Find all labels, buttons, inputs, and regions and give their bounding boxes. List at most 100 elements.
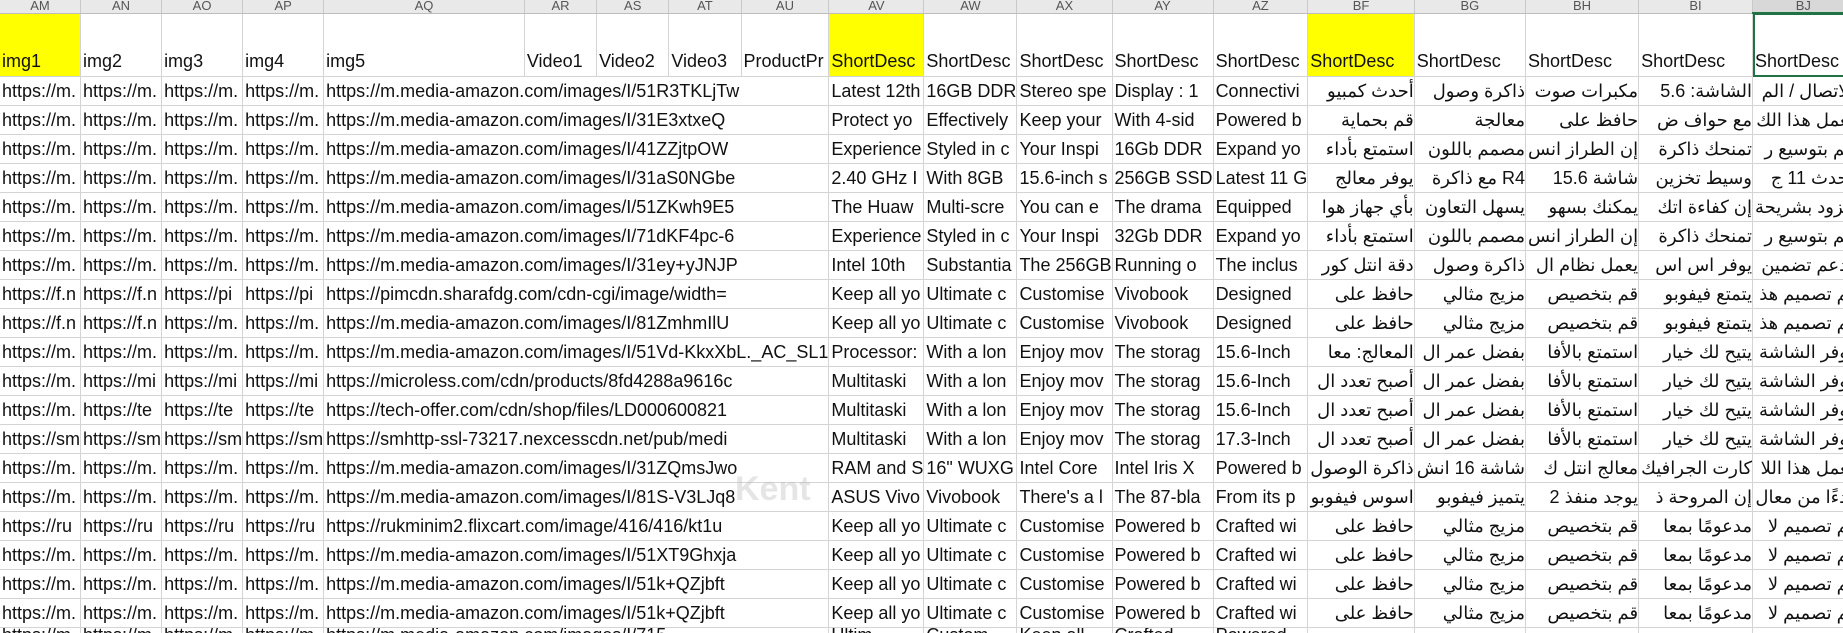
table-cell[interactable]: https://sm bbox=[0, 424, 82, 454]
table-cell[interactable]: https://te bbox=[80, 395, 163, 425]
table-cell[interactable]: Ultim bbox=[828, 627, 925, 633]
table-cell[interactable]: Running o bbox=[1112, 250, 1214, 280]
table-cell[interactable]: يوفر معالج bbox=[1307, 163, 1415, 193]
table-cell[interactable]: Powered b bbox=[1112, 598, 1214, 628]
table-cell[interactable]: There's a l bbox=[1016, 482, 1113, 512]
table-cell[interactable]: قم بتخصيص bbox=[1525, 279, 1640, 309]
table-cell[interactable]: Keep all yo bbox=[828, 569, 925, 599]
header-cell[interactable]: ShortDesc bbox=[923, 13, 1018, 77]
table-cell[interactable]: You can e bbox=[1016, 192, 1113, 222]
table-cell[interactable]: https://m. bbox=[242, 627, 325, 633]
table-cell[interactable]: https://m. bbox=[242, 76, 325, 106]
column-letter-ap[interactable]: AP bbox=[242, 0, 325, 14]
column-letter-ar[interactable]: AR bbox=[524, 0, 598, 14]
table-cell[interactable]: أحدث كمبيو bbox=[1307, 76, 1415, 106]
table-cell[interactable]: يتيح لك خيار bbox=[1638, 424, 1754, 454]
table-cell[interactable]: الاتصال / الم bbox=[1752, 76, 1843, 106]
column-letter-au[interactable]: AU bbox=[741, 0, 830, 14]
table-cell[interactable]: https://m.media-amazon.com/images/I/51k+… bbox=[323, 598, 830, 628]
table-cell[interactable]: https://m. bbox=[80, 598, 163, 628]
table-cell[interactable]: قم بتخصيص bbox=[1525, 308, 1640, 338]
table-cell[interactable]: توفر الشاشة bbox=[1752, 395, 1843, 425]
table-cell[interactable]: https://m.media-amazon.com/images/I/41ZZ… bbox=[323, 134, 830, 164]
table-cell[interactable]: The storag bbox=[1112, 337, 1214, 367]
table-cell[interactable]: بفضل عمر ال bbox=[1414, 366, 1527, 396]
table-cell[interactable]: The 87-bla bbox=[1112, 482, 1214, 512]
table-cell[interactable]: https://m. bbox=[242, 540, 325, 570]
table-cell[interactable]: استمتع بالأفا bbox=[1525, 366, 1640, 396]
table-cell[interactable]: يتيح لك خيار bbox=[1638, 366, 1754, 396]
table-cell[interactable]: https://pimcdn.sharafdg.com/cdn-cgi/imag… bbox=[323, 279, 830, 309]
table-cell[interactable]: مزيج مثالي bbox=[1414, 511, 1527, 541]
table-cell[interactable]: The storag bbox=[1112, 366, 1214, 396]
table-cell[interactable]: https://m.media-amazon.com/images/I/51k+… bbox=[323, 569, 830, 599]
table-cell[interactable]: اسوس فيفوبو bbox=[1307, 482, 1415, 512]
table-cell[interactable]: https://f.n bbox=[80, 308, 163, 338]
table-cell[interactable]: حافظ على bbox=[1307, 279, 1415, 309]
table-cell[interactable]: يوفر اس اس bbox=[1638, 250, 1754, 280]
table-cell[interactable]: Vivobook bbox=[1112, 308, 1214, 338]
table-cell[interactable] bbox=[1638, 627, 1754, 633]
table-cell[interactable]: تم تصميم لا bbox=[1752, 540, 1843, 570]
table-cell[interactable]: تمنحك ذاكرة bbox=[1638, 221, 1754, 251]
table-cell[interactable]: بفضل عمر ال bbox=[1414, 395, 1527, 425]
header-cell[interactable]: ShortDesc bbox=[828, 13, 925, 77]
table-cell[interactable]: Keep all yo bbox=[828, 308, 925, 338]
table-cell[interactable]: https://te bbox=[161, 395, 244, 425]
table-cell[interactable]: المعالج: معا bbox=[1307, 337, 1415, 367]
table-cell[interactable]: 15.6-Inch bbox=[1213, 395, 1309, 425]
header-cell[interactable]: img2 bbox=[80, 13, 163, 77]
table-cell[interactable]: Keep all yo bbox=[828, 279, 925, 309]
table-cell[interactable]: إن كفاءة اتك bbox=[1638, 192, 1754, 222]
table-cell[interactable]: 16Gb DDR bbox=[1112, 134, 1214, 164]
table-cell[interactable]: استمتع بالأفا bbox=[1525, 424, 1640, 454]
column-letter-at[interactable]: AT bbox=[668, 0, 742, 14]
header-cell[interactable]: ShortDesc bbox=[1112, 13, 1214, 77]
table-cell[interactable]: Enjoy mov bbox=[1016, 424, 1113, 454]
table-cell[interactable]: مع حواف ض bbox=[1638, 105, 1754, 135]
table-cell[interactable]: حافظ على bbox=[1307, 569, 1415, 599]
table-cell[interactable]: Vivobook bbox=[1112, 279, 1214, 309]
table-cell[interactable]: https://m.media-amazon.com/images/I/51Vd… bbox=[323, 337, 830, 367]
table-cell[interactable]: يتميز فيفوبو bbox=[1414, 482, 1527, 512]
table-cell[interactable]: أصبح تعدد ال bbox=[1307, 366, 1415, 396]
table-cell[interactable]: https://m.media-amazon.com/images/I/51R3… bbox=[323, 76, 830, 106]
table-cell[interactable]: https://m. bbox=[80, 540, 163, 570]
table-cell[interactable]: RAM and S bbox=[828, 453, 925, 483]
table-cell[interactable]: Multitaski bbox=[828, 424, 925, 454]
table-cell[interactable]: قم بتوسيع ر bbox=[1752, 134, 1843, 164]
table-cell[interactable]: https://rukminim2.flixcart.com/image/416… bbox=[323, 511, 830, 541]
table-cell[interactable]: Ultimate c bbox=[923, 511, 1018, 541]
table-cell[interactable]: The storag bbox=[1112, 424, 1214, 454]
table-cell[interactable]: Customise bbox=[1016, 279, 1113, 309]
table-cell[interactable]: Enjoy mov bbox=[1016, 337, 1113, 367]
column-letter-am[interactable]: AM bbox=[0, 0, 82, 14]
table-cell[interactable]: مزود بشريحة bbox=[1752, 192, 1843, 222]
table-cell[interactable]: مزيج مثالي bbox=[1414, 598, 1527, 628]
table-cell[interactable]: https://m. bbox=[0, 598, 82, 628]
table-cell[interactable]: The storag bbox=[1112, 395, 1214, 425]
table-cell[interactable]: https://m. bbox=[80, 250, 163, 280]
table-cell[interactable]: With 8GB bbox=[923, 163, 1018, 193]
table-cell[interactable]: https://m. bbox=[0, 337, 82, 367]
table-cell[interactable]: Keep all bbox=[1016, 627, 1113, 633]
table-cell[interactable]: https://m.media-amazon.com/images/I/715.… bbox=[323, 627, 830, 633]
table-cell[interactable]: https://m. bbox=[242, 337, 325, 367]
table-cell[interactable]: 16" WUXG bbox=[923, 453, 1018, 483]
table-cell[interactable]: 15.6-Inch bbox=[1213, 337, 1309, 367]
table-cell[interactable]: https://m. bbox=[0, 192, 82, 222]
table-cell[interactable]: Your Inspi bbox=[1016, 134, 1113, 164]
table-cell[interactable]: Customise bbox=[1016, 511, 1113, 541]
table-cell[interactable]: يوجد منفذ 2 bbox=[1525, 482, 1640, 512]
table-cell[interactable]: Crafted wi bbox=[1213, 511, 1309, 541]
table-cell[interactable]: https://m.media-amazon.com/images/I/31aS… bbox=[323, 163, 830, 193]
table-cell[interactable]: https://m. bbox=[161, 540, 244, 570]
table-cell[interactable]: https://m. bbox=[161, 482, 244, 512]
table-cell[interactable]: Ultimate c bbox=[923, 279, 1018, 309]
table-cell[interactable]: https://m. bbox=[242, 134, 325, 164]
table-cell[interactable]: معالج انتل ك bbox=[1525, 453, 1640, 483]
table-cell[interactable]: حافظ على bbox=[1525, 105, 1640, 135]
table-cell[interactable]: https://m.media-amazon.com/images/I/31E3… bbox=[323, 105, 830, 135]
table-cell[interactable]: https://pi bbox=[161, 279, 244, 309]
table-cell[interactable]: With a lon bbox=[923, 395, 1018, 425]
